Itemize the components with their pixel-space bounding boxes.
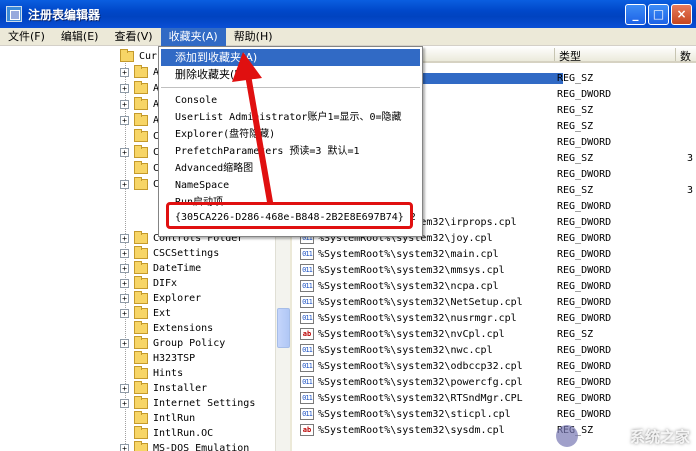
watermark-logo-icon [556, 425, 578, 447]
watermark: 系统之家 [629, 428, 690, 446]
annotation-arrow-icon [232, 52, 273, 205]
